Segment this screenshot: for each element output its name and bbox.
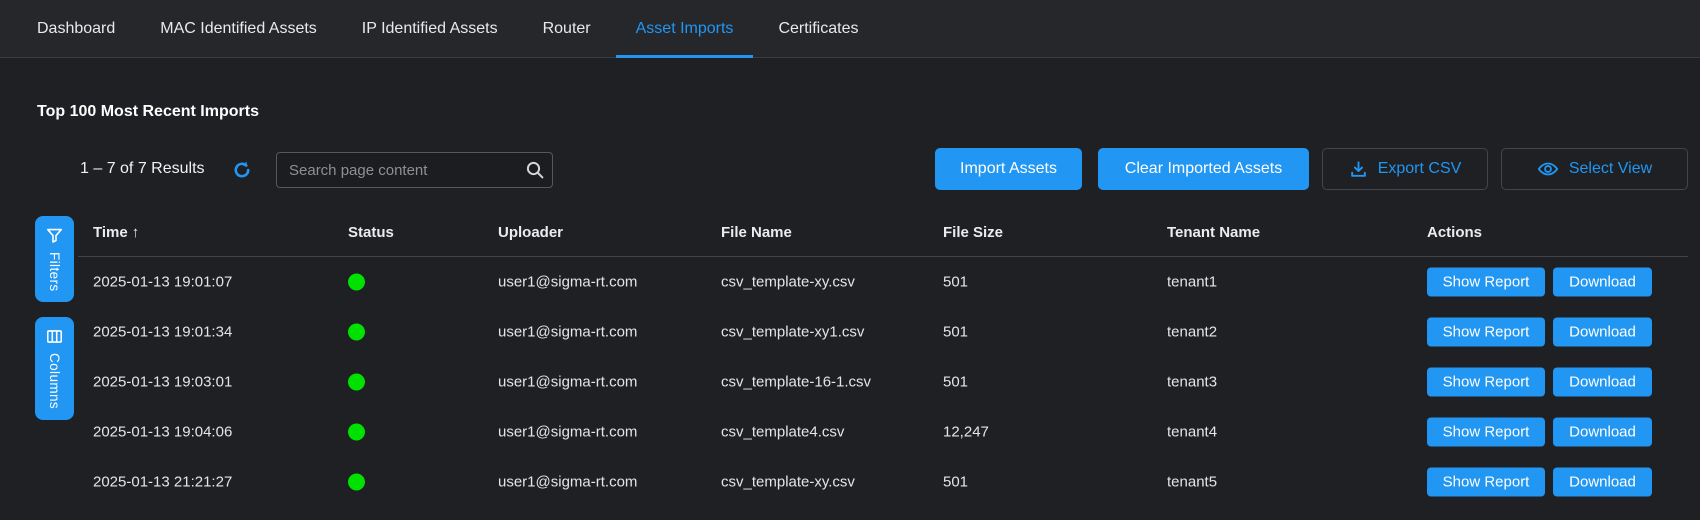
- columns-side-tab[interactable]: Columns: [35, 317, 74, 420]
- status-success-dot: [348, 474, 365, 491]
- status-success-dot: [348, 274, 365, 291]
- search-icon[interactable]: [518, 160, 552, 180]
- clear-imported-assets-button[interactable]: Clear Imported Assets: [1098, 148, 1309, 190]
- tenant-name-cell: tenant1: [1167, 274, 1217, 291]
- select-view-label: Select View: [1569, 160, 1652, 178]
- tab-certificates[interactable]: Certificates: [758, 0, 878, 57]
- status-success-dot: [348, 424, 365, 441]
- tenant-name-cell: tenant2: [1167, 324, 1217, 341]
- sort-ascending-arrow-icon: ↑: [132, 224, 140, 241]
- show-report-button[interactable]: Show Report: [1427, 318, 1545, 347]
- table-row: 2025-01-13 21:21:27 user1@sigma-rt.com c…: [78, 457, 1688, 507]
- export-csv-button[interactable]: Export CSV: [1322, 148, 1488, 190]
- file-size-cell: 501: [943, 374, 968, 391]
- column-header-status[interactable]: Status: [348, 224, 394, 241]
- columns-icon: [45, 327, 64, 346]
- column-header-tenant-name[interactable]: Tenant Name: [1167, 224, 1260, 241]
- download-button[interactable]: Download: [1553, 268, 1652, 297]
- show-report-button[interactable]: Show Report: [1427, 418, 1545, 447]
- table-row: 2025-01-13 19:01:07 user1@sigma-rt.com c…: [78, 257, 1688, 307]
- download-button[interactable]: Download: [1553, 468, 1652, 497]
- file-size-cell: 12,247: [943, 424, 989, 441]
- refresh-button[interactable]: [231, 159, 253, 181]
- column-header-uploader[interactable]: Uploader: [498, 224, 563, 241]
- uploader-cell: user1@sigma-rt.com: [498, 474, 637, 491]
- export-csv-label: Export CSV: [1378, 160, 1462, 178]
- search-box: [276, 152, 553, 188]
- search-input[interactable]: [277, 162, 518, 179]
- tenant-name-cell: tenant5: [1167, 474, 1217, 491]
- tab-router[interactable]: Router: [523, 0, 611, 57]
- tenant-name-cell: tenant3: [1167, 374, 1217, 391]
- column-header-file-size[interactable]: File Size: [943, 224, 1003, 241]
- imports-table: Time↑ Status Uploader File Name File Siz…: [78, 210, 1688, 507]
- uploader-cell: user1@sigma-rt.com: [498, 324, 637, 341]
- show-report-button[interactable]: Show Report: [1427, 268, 1545, 297]
- file-name-cell: csv_template-xy.csv: [721, 274, 855, 291]
- time-cell: 2025-01-13 19:03:01: [93, 374, 232, 391]
- download-button[interactable]: Download: [1553, 418, 1652, 447]
- eye-icon: [1537, 158, 1559, 180]
- uploader-cell: user1@sigma-rt.com: [498, 424, 637, 441]
- download-button[interactable]: Download: [1553, 318, 1652, 347]
- file-name-cell: csv_template4.csv: [721, 424, 844, 441]
- tab-ip-identified-assets[interactable]: IP Identified Assets: [342, 0, 518, 57]
- import-assets-button[interactable]: Import Assets: [935, 148, 1082, 190]
- table-row: 2025-01-13 19:01:34 user1@sigma-rt.com c…: [78, 307, 1688, 357]
- file-size-cell: 501: [943, 324, 968, 341]
- tab-asset-imports[interactable]: Asset Imports: [616, 0, 754, 57]
- uploader-cell: user1@sigma-rt.com: [498, 374, 637, 391]
- filters-tab-label: Filters: [47, 252, 62, 292]
- table-header-row: Time↑ Status Uploader File Name File Siz…: [78, 210, 1688, 256]
- file-name-cell: csv_template-xy1.csv: [721, 324, 864, 341]
- file-name-cell: csv_template-xy.csv: [721, 474, 855, 491]
- file-name-cell: csv_template-16-1.csv: [721, 374, 871, 391]
- show-report-button[interactable]: Show Report: [1427, 468, 1545, 497]
- filters-side-tab[interactable]: Filters: [35, 216, 74, 302]
- top-navbar: Dashboard MAC Identified Assets IP Ident…: [0, 0, 1700, 58]
- time-cell: 2025-01-13 21:21:27: [93, 474, 232, 491]
- tenant-name-cell: tenant4: [1167, 424, 1217, 441]
- column-header-file-name[interactable]: File Name: [721, 224, 792, 241]
- results-summary: 1 – 7 of 7 Results: [80, 160, 205, 178]
- select-view-button[interactable]: Select View: [1501, 148, 1688, 190]
- table-row: 2025-01-13 19:03:01 user1@sigma-rt.com c…: [78, 357, 1688, 407]
- time-cell: 2025-01-13 19:01:34: [93, 324, 232, 341]
- tab-mac-identified-assets[interactable]: MAC Identified Assets: [140, 0, 337, 57]
- page-title: Top 100 Most Recent Imports: [37, 103, 259, 121]
- file-size-cell: 501: [943, 274, 968, 291]
- download-icon: [1349, 160, 1368, 179]
- file-size-cell: 501: [943, 474, 968, 491]
- tab-dashboard[interactable]: Dashboard: [17, 0, 135, 57]
- filter-funnel-icon: [45, 226, 64, 245]
- show-report-button[interactable]: Show Report: [1427, 368, 1545, 397]
- status-success-dot: [348, 324, 365, 341]
- refresh-icon: [232, 160, 252, 180]
- table-row: 2025-01-13 19:04:06 user1@sigma-rt.com c…: [78, 407, 1688, 457]
- nav-tabs: Dashboard MAC Identified Assets IP Ident…: [17, 0, 883, 57]
- time-cell: 2025-01-13 19:04:06: [93, 424, 232, 441]
- asset-imports-page: Dashboard MAC Identified Assets IP Ident…: [0, 0, 1700, 520]
- time-header-label: Time: [93, 224, 128, 241]
- columns-tab-label: Columns: [47, 353, 62, 409]
- status-success-dot: [348, 374, 365, 391]
- download-button[interactable]: Download: [1553, 368, 1652, 397]
- column-header-actions: Actions: [1427, 224, 1482, 241]
- uploader-cell: user1@sigma-rt.com: [498, 274, 637, 291]
- time-cell: 2025-01-13 19:01:07: [93, 274, 232, 291]
- column-header-time[interactable]: Time↑: [93, 224, 139, 241]
